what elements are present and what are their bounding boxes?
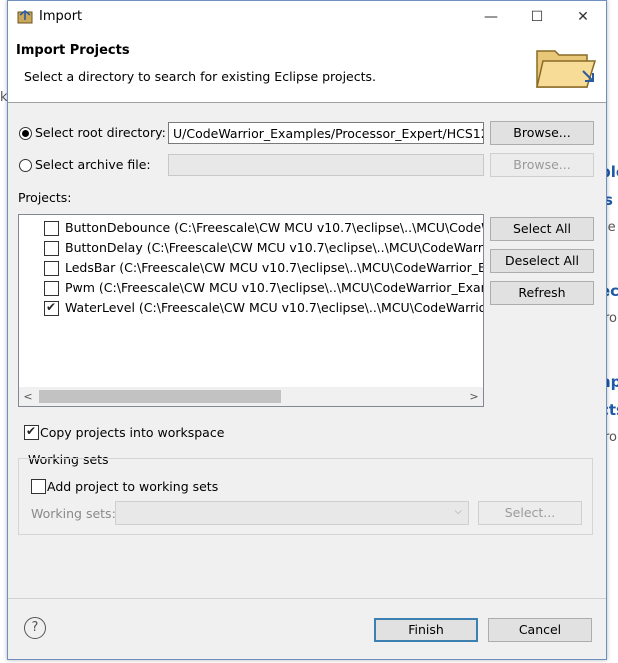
project-name: WaterLevel (C:\Freescale\CW MCU v10.7\ec… bbox=[65, 300, 484, 315]
deselect-all-button[interactable]: Deselect All bbox=[490, 249, 594, 273]
browse-directory-button[interactable]: Browse... bbox=[490, 121, 594, 145]
copy-projects-label: Copy projects into workspace bbox=[40, 425, 225, 440]
archive-file-radio[interactable] bbox=[19, 159, 32, 172]
import-dialog: Import — ☐ ✕ Import Projects Select a di… bbox=[7, 0, 607, 660]
working-sets-label: Working sets: bbox=[31, 506, 116, 521]
root-directory-label: Select root directory: bbox=[35, 125, 166, 140]
horizontal-scrollbar[interactable]: < > bbox=[19, 387, 483, 406]
eclipse-import-icon bbox=[17, 9, 33, 24]
cancel-button[interactable]: Cancel bbox=[488, 618, 592, 642]
archive-file-input[interactable] bbox=[168, 154, 484, 176]
projects-label: Projects: bbox=[18, 190, 72, 205]
help-icon[interactable]: ? bbox=[24, 617, 46, 639]
window-title: Import bbox=[39, 9, 83, 24]
minimize-button[interactable]: — bbox=[468, 1, 514, 33]
list-item[interactable]: WaterLevel (C:\Freescale\CW MCU v10.7\ec… bbox=[19, 298, 483, 318]
finish-button[interactable]: Finish bbox=[374, 618, 478, 642]
minimize-icon: — bbox=[484, 9, 498, 25]
project-checkbox[interactable] bbox=[44, 261, 59, 276]
footer-divider bbox=[8, 598, 606, 599]
copy-projects-checkbox[interactable] bbox=[24, 424, 39, 440]
wizard-banner: Import Projects Select a directory to se… bbox=[8, 33, 606, 103]
project-name: Pwm (C:\Freescale\CW MCU v10.7\eclipse\.… bbox=[65, 280, 484, 295]
close-icon: ✕ bbox=[577, 9, 589, 25]
maximize-icon: ☐ bbox=[530, 9, 544, 25]
scroll-right-icon[interactable]: > bbox=[465, 387, 483, 406]
select-all-button[interactable]: Select All bbox=[490, 217, 594, 241]
project-name: ButtonDelay (C:\Freescale\CW MCU v10.7\e… bbox=[65, 240, 484, 255]
open-folder-icon bbox=[536, 50, 597, 88]
archive-file-label: Select archive file: bbox=[35, 157, 151, 172]
scroll-left-icon[interactable]: < bbox=[19, 387, 37, 406]
list-item[interactable]: ButtonDebounce (C:\Freescale\CW MCU v10.… bbox=[19, 218, 483, 238]
project-checkbox[interactable] bbox=[44, 241, 59, 256]
title-bar: Import — ☐ ✕ bbox=[8, 1, 606, 33]
list-item[interactable]: ButtonDelay (C:\Freescale\CW MCU v10.7\e… bbox=[19, 238, 483, 258]
project-name: ButtonDebounce (C:\Freescale\CW MCU v10.… bbox=[65, 220, 484, 235]
add-to-working-sets-label: Add project to working sets bbox=[47, 479, 219, 494]
project-checkbox[interactable] bbox=[44, 221, 59, 236]
select-working-sets-button[interactable]: Select... bbox=[478, 501, 582, 525]
working-sets-combo[interactable]: ⌵ bbox=[115, 501, 469, 525]
projects-list[interactable]: ButtonDebounce (C:\Freescale\CW MCU v10.… bbox=[18, 214, 484, 407]
chevron-down-icon: ⌵ bbox=[454, 506, 462, 517]
browse-archive-button[interactable]: Browse... bbox=[490, 153, 594, 177]
page-title: Import Projects bbox=[16, 43, 130, 58]
list-item[interactable]: Pwm (C:\Freescale\CW MCU v10.7\eclipse\.… bbox=[19, 278, 483, 298]
list-item[interactable]: LedsBar (C:\Freescale\CW MCU v10.7\eclip… bbox=[19, 258, 483, 278]
refresh-button[interactable]: Refresh bbox=[490, 281, 594, 305]
scrollbar-thumb[interactable] bbox=[39, 390, 281, 403]
project-checkbox[interactable] bbox=[44, 300, 59, 316]
root-directory-input[interactable]: U/CodeWarrior_Examples/Processor_Expert/… bbox=[168, 122, 484, 144]
maximize-button[interactable]: ☐ bbox=[514, 1, 560, 33]
page-description: Select a directory to search for existin… bbox=[24, 69, 376, 84]
add-to-working-sets-checkbox[interactable] bbox=[31, 479, 46, 494]
project-checkbox[interactable] bbox=[44, 281, 59, 296]
root-directory-radio[interactable] bbox=[19, 127, 32, 140]
working-sets-group: Add project to working sets Working sets… bbox=[18, 458, 593, 535]
project-name: LedsBar (C:\Freescale\CW MCU v10.7\eclip… bbox=[65, 260, 484, 275]
close-button[interactable]: ✕ bbox=[560, 1, 606, 33]
